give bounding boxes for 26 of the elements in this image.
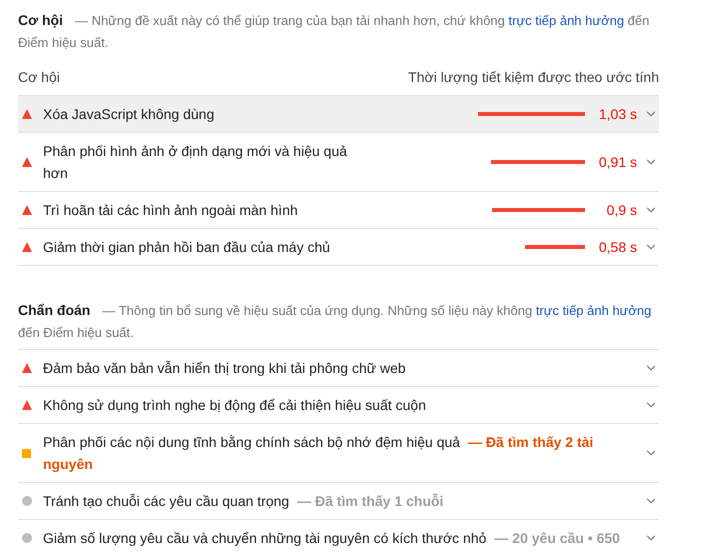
opportunity-title: Phân phối hình ảnh ở định dạng mới và hiệu quả hơn — [43, 142, 348, 183]
column-header: Thời lượng tiết kiệm được theo ước tính — [408, 68, 659, 87]
column-header: Cơ hội — [18, 68, 60, 87]
diagnostic-title: Giảm số lượng yêu cầu và chuyển những tài nguyên có kích thước nhỏ — 20 yêu cầu • 650 — [43, 529, 621, 548]
diagnostic-title: Phân phối các nội dung tĩnh bằng chính sách bộ nhớ đệm hiệu quả — Đã tìm thấy 2 tài nguyên — [43, 433, 594, 474]
diagnostic-title: Đảm bảo văn bản vẫn hiển thị trong khi tải phông chữ web — [43, 359, 407, 378]
help-link[interactable]: trực tiếp ảnh hưởng — [536, 303, 652, 318]
opportunity-title: Trì hoãn tải các hình ảnh ngoài màn hình — [43, 201, 299, 220]
diagnostic-title: Tránh tạo chuỗi các yêu cầu quan trọng — Đã tìm thấy 1 chuỗi — [43, 492, 444, 511]
help-link[interactable]: trực tiếp ảnh hưởng — [508, 13, 624, 28]
section-description: Chẩn đoán — Thông tin bổ sung về hiệu suất của ứng dụng. Những số liệu này không trực tiếp ảnh hưởng đến Điểm hiệu suất. — [18, 301, 652, 342]
opportunity-title: Giảm thời gian phản hồi ban đầu của máy chủ — [43, 238, 332, 257]
savings-value: 1,03 s — [598, 104, 637, 124]
savings-value: 0,91 s — [598, 152, 637, 172]
savings-value: 0,58 s — [598, 238, 637, 256]
opportunity-row[interactable]: Xóa JavaScript không dùng 1,03 s — [18, 96, 659, 133]
savings-value: 0,9 s — [606, 200, 637, 220]
diagnostic-title: Không sử dụng trình nghe bị động để cải thiện hiệu suất cuộn — [43, 396, 427, 415]
savings-bar — [525, 245, 585, 249]
diagnostic-row[interactable]: Không sử dụng trình nghe bị động để cải thiện hiệu suất cuộn — [18, 387, 659, 424]
diagnostic-row[interactable]: Giảm số lượng yêu cầu và chuyển những tài nguyên có kích thước nhỏ — 20 yêu cầu • 650 — [18, 520, 659, 555]
section-description: Cơ hội — Những đề xuất này có thể giúp trang của bạn tải nhanh hơn, chứ không trực tiếp ảnh hưởng đến Điểm hiệu suất. — [18, 11, 650, 52]
diagnostic-row[interactable]: Tránh tạo chuỗi các yêu cầu quan trọng — Đã tìm thấy 1 chuỗi — [18, 483, 659, 520]
diagnostic-row[interactable]: Phân phối các nội dung tĩnh bằng chính sách bộ nhớ đệm hiệu quả — Đã tìm thấy 2 tài nguyên — [18, 424, 659, 483]
opportunity-title: Xóa JavaScript không dùng — [43, 105, 216, 124]
diagnostic-row[interactable]: Đảm bảo văn bản vẫn hiển thị trong khi tải phông chữ web — [18, 350, 659, 387]
